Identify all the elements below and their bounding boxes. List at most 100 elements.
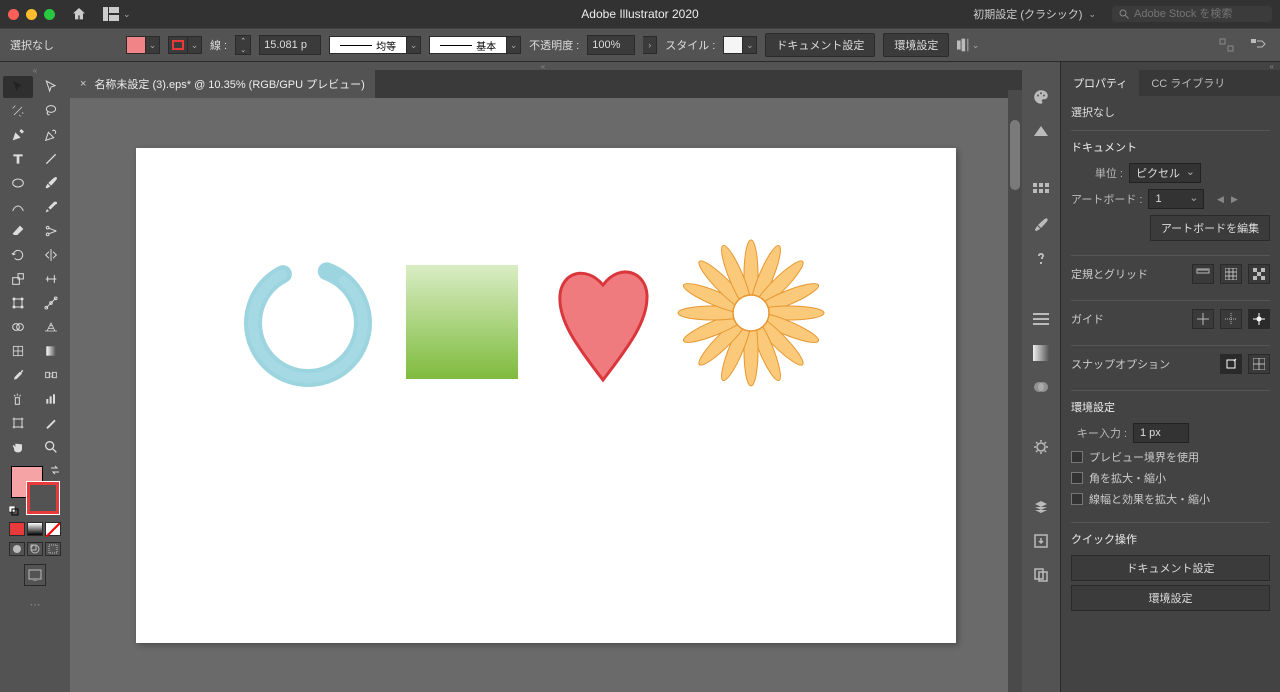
transparency-panel-icon[interactable]	[1030, 376, 1052, 398]
swap-fill-stroke-icon[interactable]	[49, 464, 61, 476]
edit-contents-icon[interactable]	[1248, 35, 1270, 55]
snap-to-point-toggle[interactable]	[1220, 354, 1242, 374]
stroke-weight-input[interactable]	[259, 35, 321, 55]
free-transform-tool[interactable]	[3, 292, 33, 314]
edit-toolbar-button[interactable]: ⋯	[0, 598, 70, 611]
lock-guides-toggle[interactable]	[1220, 309, 1242, 329]
show-guides-toggle[interactable]	[1192, 309, 1214, 329]
swatches-panel-icon[interactable]	[1030, 180, 1052, 202]
blob-brush-tool[interactable]	[36, 196, 66, 218]
transparency-grid-toggle[interactable]	[1248, 264, 1270, 284]
curvature-tool[interactable]	[36, 124, 66, 146]
stroke-swatch[interactable]: ⌄	[168, 36, 202, 54]
draw-normal-icon[interactable]	[9, 542, 25, 556]
color-guide-panel-icon[interactable]	[1030, 120, 1052, 142]
none-mode[interactable]	[45, 522, 61, 536]
quick-document-setup-button[interactable]: ドキュメント設定	[1071, 555, 1270, 581]
checkbox-scale-strokes[interactable]: 線幅と効果を拡大・縮小	[1071, 491, 1270, 507]
arrange-docs-button[interactable]: ⌄	[103, 7, 131, 21]
stroke-color[interactable]	[27, 482, 59, 514]
quick-preferences-button[interactable]: 環境設定	[1071, 585, 1270, 611]
checkbox-scale-corners[interactable]: 角を拡大・縮小	[1071, 470, 1270, 486]
canvas[interactable]	[70, 98, 1022, 692]
panel-handle[interactable]: «	[1061, 62, 1280, 70]
fill-stroke-indicator[interactable]	[11, 466, 59, 514]
ellipse-tool[interactable]	[3, 172, 33, 194]
stroke-panel-icon[interactable]	[1030, 308, 1052, 330]
type-tool[interactable]	[3, 148, 33, 170]
rotate-tool[interactable]	[3, 244, 33, 266]
blend-tool[interactable]	[36, 364, 66, 386]
eraser-tool[interactable]	[3, 220, 33, 242]
symbol-sprayer-tool[interactable]	[3, 388, 33, 410]
chevron-up-icon[interactable]: ⌃	[236, 36, 250, 45]
stroke-weight-stepper[interactable]: ⌃⌄	[235, 35, 251, 55]
tab-properties[interactable]: プロパティ	[1061, 70, 1139, 96]
maximize-window-button[interactable]	[44, 9, 55, 20]
scale-tool[interactable]	[3, 268, 33, 290]
gradient-tool[interactable]	[36, 340, 66, 362]
width-tool[interactable]	[36, 268, 66, 290]
column-graph-tool[interactable]	[36, 388, 66, 410]
artboard-tool[interactable]	[3, 412, 33, 434]
preferences-button[interactable]: 環境設定	[883, 33, 949, 57]
home-icon[interactable]	[71, 6, 87, 22]
search-input[interactable]	[1134, 8, 1264, 20]
smart-guides-toggle[interactable]	[1248, 309, 1270, 329]
puppet-warp-tool[interactable]	[36, 292, 66, 314]
shape-builder-tool[interactable]	[3, 316, 33, 338]
close-tab-icon[interactable]: ×	[80, 78, 86, 90]
rulers-toggle[interactable]	[1192, 264, 1214, 284]
vertical-scrollbar[interactable]	[1008, 90, 1022, 692]
checkbox-preview-bounds[interactable]: プレビュー境界を使用	[1071, 449, 1270, 465]
magic-wand-tool[interactable]	[3, 100, 33, 122]
workspace-selector[interactable]: 初期設定 (クラシック) ⌄	[965, 3, 1104, 25]
document-tab[interactable]: × 名称未設定 (3).eps* @ 10.35% (RGB/GPU プレビュー…	[70, 70, 375, 98]
default-fill-stroke-icon[interactable]	[9, 506, 19, 516]
draw-behind-icon[interactable]	[27, 542, 43, 556]
chevron-down-icon[interactable]: ⌄	[236, 45, 250, 54]
zoom-tool[interactable]	[36, 436, 66, 458]
grid-toggle[interactable]	[1220, 264, 1242, 284]
brushes-panel-icon[interactable]	[1030, 214, 1052, 236]
next-artboard-button[interactable]: ▶	[1228, 190, 1240, 208]
color-panel-icon[interactable]	[1030, 86, 1052, 108]
opacity-input[interactable]	[587, 35, 635, 55]
opacity-dropdown[interactable]: ›	[643, 36, 657, 54]
isolation-mode-icon[interactable]	[1216, 35, 1238, 55]
units-select[interactable]: ピクセル	[1129, 163, 1201, 183]
stock-search[interactable]	[1112, 6, 1272, 22]
reflect-tool[interactable]	[36, 244, 66, 266]
line-tool[interactable]	[36, 148, 66, 170]
stroke-profile-select[interactable]: 均等 ⌄	[329, 36, 421, 54]
style-select[interactable]: ⌄	[723, 36, 757, 54]
paintbrush-tool[interactable]	[36, 172, 66, 194]
shaper-tool[interactable]	[3, 196, 33, 218]
document-setup-button[interactable]: ドキュメント設定	[765, 33, 875, 57]
fill-swatch[interactable]: ⌄	[126, 36, 160, 54]
artboard-select[interactable]: 1	[1148, 189, 1204, 209]
asset-export-panel-icon[interactable]	[1030, 530, 1052, 552]
gradient-mode[interactable]	[27, 522, 43, 536]
symbols-panel-icon[interactable]	[1030, 248, 1052, 270]
align-button[interactable]: ⌄	[957, 35, 979, 55]
minimize-window-button[interactable]	[26, 9, 37, 20]
hand-tool[interactable]	[3, 436, 33, 458]
edit-artboards-button[interactable]: アートボードを編集	[1150, 215, 1270, 241]
key-input-field[interactable]	[1133, 423, 1189, 443]
scissors-tool[interactable]	[36, 220, 66, 242]
lasso-tool[interactable]	[36, 100, 66, 122]
draw-inside-icon[interactable]	[45, 542, 61, 556]
tab-libraries[interactable]: CC ライブラリ	[1139, 70, 1237, 96]
panel-handle[interactable]: «	[70, 62, 1022, 70]
eyedropper-tool[interactable]	[3, 364, 33, 386]
artboards-panel-icon[interactable]	[1030, 564, 1052, 586]
direct-selection-tool[interactable]	[36, 76, 66, 98]
prev-artboard-button[interactable]: ◀	[1214, 190, 1226, 208]
screen-mode-button[interactable]	[24, 564, 46, 586]
perspective-grid-tool[interactable]	[36, 316, 66, 338]
layers-panel-icon[interactable]	[1030, 496, 1052, 518]
snap-to-grid-toggle[interactable]	[1248, 354, 1270, 374]
selection-tool[interactable]	[3, 76, 33, 98]
panel-handle[interactable]: «	[0, 66, 70, 74]
